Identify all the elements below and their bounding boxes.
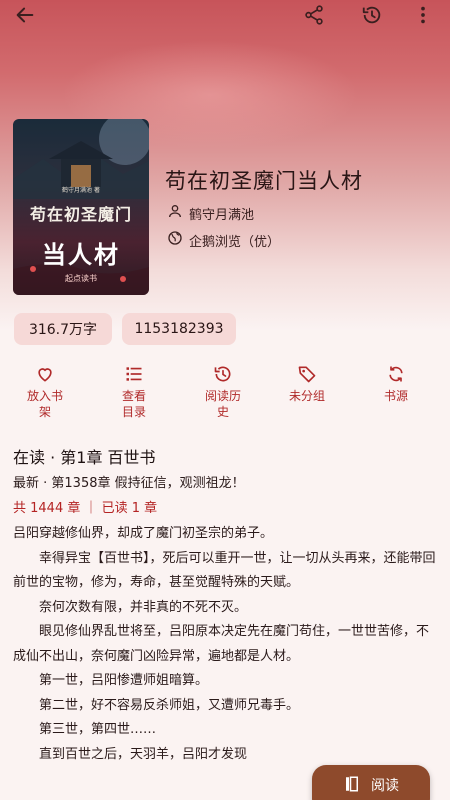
book-source-button[interactable]: 书源 [364, 364, 428, 404]
ungrouped-button[interactable]: 未分组 [275, 364, 339, 404]
description-line: 眼见修仙界乱世将至，吕阳原本决定先在魔门苟住，一世世苦修，不成仙不出山，奈何魔门… [13, 624, 430, 664]
word-count-chip: 316.7万字 [14, 313, 112, 345]
cover-title-line1: 苟在初圣魔门 [29, 205, 132, 224]
person-icon [167, 203, 183, 223]
book-source-label: 书源 [383, 389, 408, 403]
cover-author: 鹤守月满池 著 [62, 187, 100, 194]
more-vertical-icon[interactable] [410, 2, 436, 28]
current-chapter[interactable]: 在读 · 第1章 百世书 [13, 444, 156, 468]
description-line: 第三世，第四世…… [39, 722, 157, 737]
description-line: 直到百世之后，天羽羊，吕阳才发现 [39, 746, 248, 762]
description-line: 第二世，好不容易反杀师姐，又遭师兄毒手。 [39, 697, 300, 713]
list-icon [102, 364, 166, 386]
chapter-count: 共 1444 章 ｜ 已读 1 章 [13, 501, 158, 516]
view-catalog-button[interactable]: 查看目录 [102, 364, 166, 420]
description-line: 幸得异宝【百世书】，死后可以重开一世，让一切从头再来，还能带回前世的宝物，修为，… [13, 550, 436, 591]
ungrouped-label: 未分组 [288, 389, 325, 403]
description-line: 奈何次数有限，并非真的不死不灭。 [39, 599, 248, 615]
share-icon[interactable] [301, 2, 327, 28]
book-title: 苟在初圣魔门当人材 [165, 169, 363, 193]
view-catalog-label: 查看目录 [121, 389, 146, 419]
source-name: 企鹅浏览（优） [189, 234, 281, 250]
reading-history-button[interactable]: 阅读历史 [191, 364, 255, 420]
refresh-icon [364, 364, 428, 386]
history-icon [191, 364, 255, 386]
latest-chapter[interactable]: 最新 · 第1358章 假持征信，观测祖龙！ [13, 472, 245, 491]
book-cover[interactable]: 鹤守月满池 著 苟在初圣魔门 当人材 起点读书 [13, 119, 149, 295]
bookmark-heart-icon [13, 364, 77, 386]
author-row[interactable]: 鹤守月满池 [167, 203, 254, 223]
source-row[interactable]: 企鹅浏览（优） [167, 230, 280, 250]
cover-publisher: 起点读书 [65, 274, 97, 283]
add-to-shelf-label: 放入书架 [26, 389, 63, 419]
reading-history-label: 阅读历史 [204, 389, 241, 419]
add-to-shelf-button[interactable]: 放入书架 [13, 364, 77, 420]
author-name: 鹤守月满池 [189, 207, 255, 223]
history-icon[interactable] [359, 2, 385, 28]
tag-icon [275, 364, 339, 386]
globe-icon [167, 230, 183, 250]
read-button-label: 阅读 [371, 778, 399, 794]
number-chip: 1153182393 [122, 313, 236, 345]
description-line: 吕阳穿越修仙界，却成了魔门初圣宗的弟子。 [13, 526, 274, 541]
back-arrow-icon[interactable] [12, 2, 38, 28]
description-line: 第一世，吕阳惨遭师姐暗算。 [39, 673, 209, 688]
book-open-icon [343, 775, 361, 797]
top-bar [0, 0, 450, 30]
book-description: 吕阳穿越修仙界，却成了魔门初圣宗的弟子。 幸得异宝【百世书】，死后可以重开一世，… [13, 522, 437, 767]
cover-title-line2: 当人材 [42, 240, 120, 269]
read-button[interactable]: 阅读 [312, 765, 430, 800]
